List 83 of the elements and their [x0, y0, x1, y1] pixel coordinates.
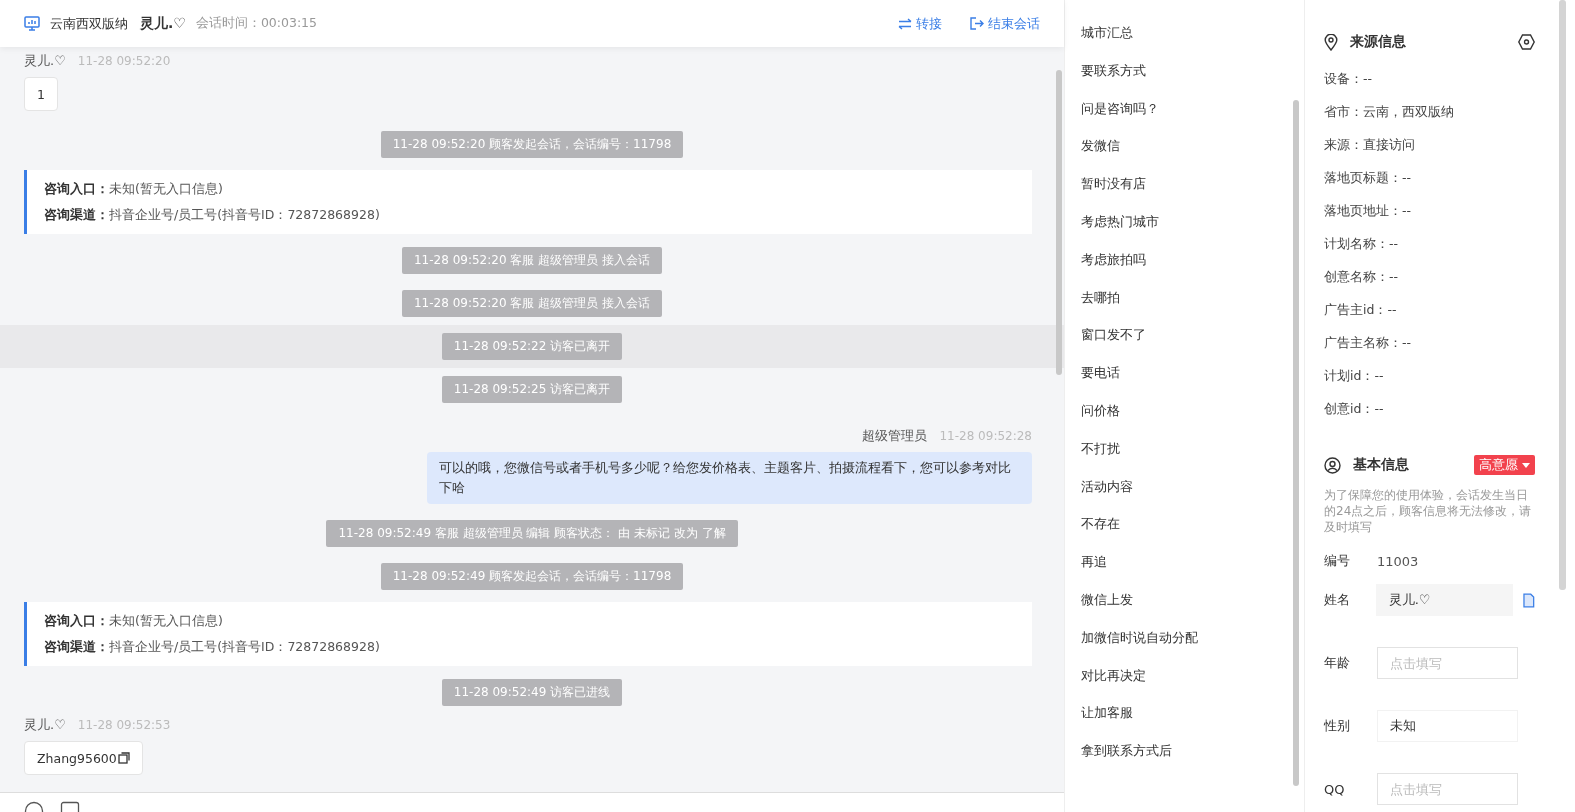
monitor-icon [24, 16, 40, 31]
entry-info-line: 咨询入口：未知(暂无入口信息) [44, 180, 224, 198]
system-notice: 11-28 09:52:20 客服 超级管理员 接入会话 [402, 247, 662, 274]
scrollbar[interactable] [1056, 70, 1062, 375]
hexagon-icon[interactable] [1518, 34, 1535, 50]
message-bubble: 可以的哦，您微信号或者手机号多少呢？给您发价格表、主题客片、拍摄流程看下，您可以参考对比下哈 [427, 452, 1032, 504]
session-duration: 会话时间：00:03:15 [195, 15, 317, 32]
field-label: 年龄 [1324, 654, 1351, 672]
source-field: 广告主id：-- [1324, 293, 1535, 326]
source-field: 计划id：-- [1324, 359, 1535, 392]
message-time: 11-28 09:52:28 [939, 429, 1032, 443]
source-field: 计划名称：-- [1324, 227, 1535, 260]
system-notice: 11-28 09:52:49 访客已进线 [441, 679, 623, 706]
user-icon [1324, 456, 1341, 474]
quick-reply-item[interactable]: 考虑旅拍吗 [1065, 240, 1304, 279]
message-bubble: Zhang95600 [24, 741, 143, 775]
message-time: 11-28 09:52:20 [77, 54, 171, 68]
quick-reply-item[interactable]: 不存在 [1065, 505, 1304, 544]
sender-name: 灵儿.♡ [24, 716, 66, 734]
quick-reply-item[interactable]: 对比再决定 [1065, 656, 1304, 695]
quick-reply-item[interactable]: 微信上发 [1065, 580, 1304, 619]
intent-dropdown[interactable]: 高意愿 [1474, 455, 1535, 475]
document-icon[interactable] [1523, 592, 1535, 608]
name-field[interactable]: 灵儿.♡ [1375, 584, 1514, 616]
system-notice: 11-28 09:52:25 访客已离开 [441, 376, 623, 403]
quick-reply-item[interactable]: 加微信时说自动分配 [1065, 618, 1304, 657]
sender-name: 超级管理员 [862, 427, 928, 445]
source-field: 创意名称：-- [1324, 260, 1535, 293]
sender-name: 灵儿.♡ [24, 52, 66, 70]
quick-reply-item[interactable]: 不打扰 [1065, 429, 1304, 468]
input-field[interactable]: 点击填写 [1377, 773, 1518, 805]
quick-reply-item[interactable]: 再追 [1065, 543, 1304, 581]
quick-reply-item[interactable]: 窗口发不了 [1065, 316, 1304, 355]
message-bubble: 1 [24, 77, 58, 111]
notice-text: 为了保障您的使用体验，会话发生当日的24点之后，顾客信息将无法修改，请及时填写 [1324, 487, 1533, 535]
message-time: 11-28 09:52:53 [77, 718, 171, 732]
section-title: 基本信息 [1353, 456, 1409, 474]
quick-reply-item[interactable]: 考虑热门城市 [1065, 203, 1304, 241]
source-field: 创意id：-- [1324, 392, 1535, 425]
system-notice: 11-28 09:52:20 顾客发起会话，会话编号：11798 [380, 131, 684, 158]
quick-reply-item[interactable]: 问价格 [1065, 391, 1304, 430]
system-notice: 11-28 09:52:49 顾客发起会话，会话编号：11798 [380, 563, 684, 590]
field-label: 编号 [1324, 552, 1351, 570]
field-value: 11003 [1377, 553, 1419, 569]
system-notice: 11-28 09:52:22 访客已离开 [441, 333, 623, 360]
source-field: 广告主名称：-- [1324, 326, 1535, 359]
field-label: 姓名 [1324, 591, 1351, 609]
swap-arrows-icon [898, 17, 912, 30]
visitor-name: 灵儿.♡ [140, 14, 186, 33]
entry-info-line: 咨询入口：未知(暂无入口信息) [44, 612, 224, 630]
source-field: 落地页地址：-- [1324, 194, 1535, 227]
quick-reply-item[interactable]: 去哪拍 [1065, 278, 1304, 317]
system-notice: 11-28 09:52:20 客服 超级管理员 接入会话 [402, 290, 662, 317]
quick-reply-item[interactable]: 拿到联系方式后 [1065, 732, 1304, 770]
end-session-button[interactable]: 结束会话 [970, 14, 1040, 33]
quick-reply-item[interactable]: 要电话 [1065, 354, 1304, 392]
quick-reply-item[interactable]: 让加客服 [1065, 694, 1304, 733]
quick-reply-item[interactable]: 暂时没有店 [1065, 165, 1304, 203]
select-field[interactable]: 未知 [1377, 710, 1518, 742]
transfer-button[interactable]: 转接 [898, 14, 942, 33]
location-pin-icon [1324, 33, 1338, 51]
quick-reply-item[interactable]: 发微信 [1065, 127, 1304, 166]
quick-reply-item[interactable]: 活动内容 [1065, 467, 1304, 506]
input-field[interactable]: 点击填写 [1377, 647, 1518, 679]
source-field: 省市：云南，西双版纳 [1324, 95, 1535, 128]
scrollbar[interactable] [1559, 0, 1566, 590]
source-field: 落地页标题：-- [1324, 161, 1535, 194]
system-notice: 11-28 09:52:49 客服 超级管理员 编辑 顾客状态： 由 未标记 改为 了解 [326, 520, 738, 547]
source-field: 来源：直接访问 [1324, 128, 1535, 161]
quick-reply-item[interactable]: 问是咨询吗？ [1065, 89, 1304, 128]
caret-icon [1522, 462, 1530, 468]
scrollbar[interactable] [1293, 100, 1299, 786]
copy-icon[interactable] [117, 752, 130, 764]
field-label: QQ [1324, 781, 1346, 797]
quick-reply-item[interactable]: 要联系方式 [1065, 51, 1304, 90]
section-title: 来源信息 [1350, 33, 1406, 51]
field-label: 性别 [1324, 717, 1351, 735]
entry-info-line: 咨询渠道：抖音企业号/员工号(抖音号ID：72872868928) [44, 638, 381, 656]
quick-reply-item[interactable]: 城市汇总 [1065, 14, 1304, 52]
entry-info-line: 咨询渠道：抖音企业号/员工号(抖音号ID：72872868928) [44, 206, 381, 224]
source-field: 设备：-- [1324, 62, 1535, 95]
location-text: 云南西双版纳 [50, 14, 128, 33]
exit-icon [970, 17, 984, 30]
